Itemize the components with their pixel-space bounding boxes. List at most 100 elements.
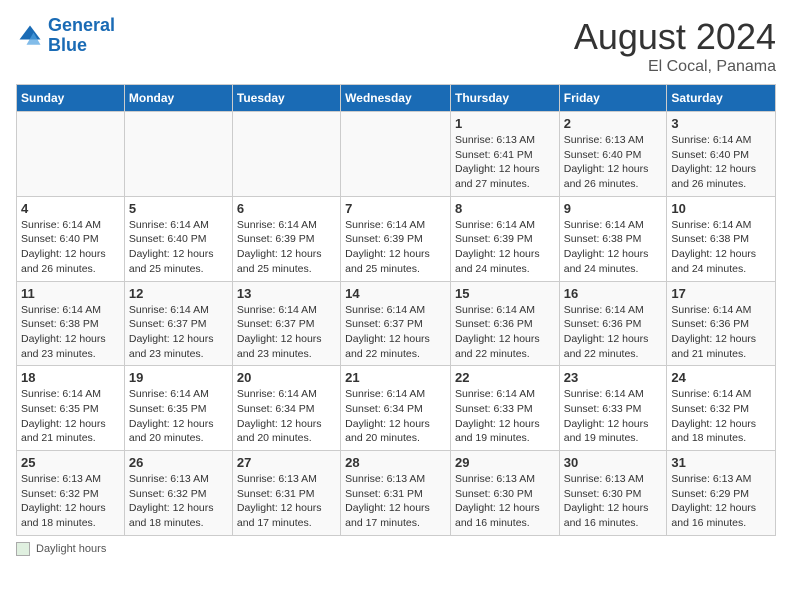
day-number: 31 [671, 455, 771, 470]
calendar-cell [341, 112, 451, 197]
week-row-4: 18Sunrise: 6:14 AM Sunset: 6:35 PM Dayli… [17, 366, 776, 451]
calendar-cell: 15 Sunrise: 6:14 AM Sunset: 6:36 PM Dayli… [450, 281, 559, 366]
calendar-cell: 6Sunrise: 6:14 AM Sunset: 6:39 PM Daylig… [232, 196, 340, 281]
calendar-cell: 12Sunrise: 6:14 AM Sunset: 6:37 PM Dayli… [124, 281, 232, 366]
footer: Daylight hours [16, 542, 776, 556]
logo-blue: Blue [48, 35, 87, 55]
month-year: August 2024 [574, 16, 776, 58]
day-info: Sunrise: 6:14 AM Sunset: 6:38 PM Dayligh… [671, 218, 771, 277]
calendar-table: SundayMondayTuesdayWednesdayThursdayFrid… [16, 84, 776, 536]
day-number: 27 [237, 455, 336, 470]
day-number: 29 [455, 455, 555, 470]
day-number: 17 [671, 286, 771, 301]
day-number: 20 [237, 370, 336, 385]
logo-general: General [48, 15, 115, 35]
day-number: 16 [564, 286, 663, 301]
day-info: Sunrise: 6:14 AM Sunset: 6:38 PM Dayligh… [21, 303, 120, 362]
calendar-cell: 10 Sunrise: 6:14 AM Sunset: 6:38 PM Dayli… [667, 196, 776, 281]
day-info: Sunrise: 6:13 AM Sunset: 6:31 PM Dayligh… [237, 472, 336, 531]
calendar-cell: 8 Sunrise: 6:14 AM Sunset: 6:39 PM Daylig… [450, 196, 559, 281]
header-row: SundayMondayTuesdayWednesdayThursdayFrid… [17, 85, 776, 112]
day-info: Sunrise: 6:14 AM Sunset: 6:39 PM Dayligh… [345, 218, 446, 277]
day-info: Sunrise: 6:14 AM Sunset: 6:37 PM Dayligh… [129, 303, 228, 362]
day-info: Sunrise: 6:13 AM Sunset: 6:41 PM Dayligh… [455, 133, 555, 192]
calendar-cell: 14Sunrise: 6:14 AM Sunset: 6:37 PM Dayli… [341, 281, 451, 366]
logo: General Blue [16, 16, 115, 56]
calendar-cell: 17Sunrise: 6:14 AM Sunset: 6:36 PM Dayli… [667, 281, 776, 366]
calendar-cell: 25Sunrise: 6:13 AM Sunset: 6:32 PM Dayli… [17, 451, 125, 536]
header: General Blue August 2024 El Cocal, Panam… [16, 16, 776, 76]
day-info: Sunrise: 6:14 AM Sunset: 6:37 PM Dayligh… [345, 303, 446, 362]
calendar-cell: 20 Sunrise: 6:14 AM Sunset: 6:34 PM Dayli… [232, 366, 340, 451]
day-number: 15 [455, 286, 555, 301]
day-info: Sunrise: 6:14 AM Sunset: 6:39 PM Dayligh… [455, 218, 555, 277]
week-row-2: 4Sunrise: 6:14 AM Sunset: 6:40 PM Daylig… [17, 196, 776, 281]
week-row-1: 1 Sunrise: 6:13 AM Sunset: 6:41 PM Daylig… [17, 112, 776, 197]
day-number: 28 [345, 455, 446, 470]
calendar-cell: 26 Sunrise: 6:13 AM Sunset: 6:32 PM Dayli… [124, 451, 232, 536]
day-info: Sunrise: 6:14 AM Sunset: 6:33 PM Dayligh… [564, 387, 663, 446]
day-number: 18 [21, 370, 120, 385]
daylight-legend-box [16, 542, 30, 556]
calendar-cell: 19Sunrise: 6:14 AM Sunset: 6:35 PM Dayli… [124, 366, 232, 451]
daylight-label: Daylight hours [36, 543, 106, 555]
calendar-cell: 2 Sunrise: 6:13 AM Sunset: 6:40 PM Daylig… [559, 112, 667, 197]
day-info: Sunrise: 6:14 AM Sunset: 6:34 PM Dayligh… [345, 387, 446, 446]
day-number: 8 [455, 201, 555, 216]
header-day-saturday: Saturday [667, 85, 776, 112]
day-info: Sunrise: 6:14 AM Sunset: 6:34 PM Dayligh… [237, 387, 336, 446]
header-day-wednesday: Wednesday [341, 85, 451, 112]
calendar-cell: 13 Sunrise: 6:14 AM Sunset: 6:37 PM Dayli… [232, 281, 340, 366]
day-info: Sunrise: 6:14 AM Sunset: 6:32 PM Dayligh… [671, 387, 771, 446]
day-number: 7 [345, 201, 446, 216]
day-info: Sunrise: 6:14 AM Sunset: 6:36 PM Dayligh… [455, 303, 555, 362]
location: El Cocal, Panama [574, 58, 776, 76]
calendar-cell: 16 Sunrise: 6:14 AM Sunset: 6:36 PM Dayli… [559, 281, 667, 366]
week-row-3: 11Sunrise: 6:14 AM Sunset: 6:38 PM Dayli… [17, 281, 776, 366]
calendar-cell: 27 Sunrise: 6:13 AM Sunset: 6:31 PM Dayli… [232, 451, 340, 536]
day-number: 5 [129, 201, 228, 216]
week-row-5: 25Sunrise: 6:13 AM Sunset: 6:32 PM Dayli… [17, 451, 776, 536]
day-number: 1 [455, 116, 555, 131]
calendar-cell: 31Sunrise: 6:13 AM Sunset: 6:29 PM Dayli… [667, 451, 776, 536]
day-info: Sunrise: 6:13 AM Sunset: 6:32 PM Dayligh… [21, 472, 120, 531]
calendar-cell: 21Sunrise: 6:14 AM Sunset: 6:34 PM Dayli… [341, 366, 451, 451]
logo-icon [16, 22, 44, 50]
calendar-cell: 23Sunrise: 6:14 AM Sunset: 6:33 PM Dayli… [559, 366, 667, 451]
day-number: 13 [237, 286, 336, 301]
calendar-cell [232, 112, 340, 197]
day-info: Sunrise: 6:14 AM Sunset: 6:40 PM Dayligh… [21, 218, 120, 277]
calendar-cell: 18Sunrise: 6:14 AM Sunset: 6:35 PM Dayli… [17, 366, 125, 451]
day-info: Sunrise: 6:14 AM Sunset: 6:38 PM Dayligh… [564, 218, 663, 277]
calendar-cell: 3 Sunrise: 6:14 AM Sunset: 6:40 PM Daylig… [667, 112, 776, 197]
day-number: 3 [671, 116, 771, 131]
day-info: Sunrise: 6:13 AM Sunset: 6:30 PM Dayligh… [455, 472, 555, 531]
calendar-cell: 28 Sunrise: 6:13 AM Sunset: 6:31 PM Dayli… [341, 451, 451, 536]
header-day-tuesday: Tuesday [232, 85, 340, 112]
day-info: Sunrise: 6:14 AM Sunset: 6:36 PM Dayligh… [564, 303, 663, 362]
calendar-cell [17, 112, 125, 197]
day-info: Sunrise: 6:13 AM Sunset: 6:30 PM Dayligh… [564, 472, 663, 531]
day-info: Sunrise: 6:13 AM Sunset: 6:40 PM Dayligh… [564, 133, 663, 192]
calendar-cell: 9Sunrise: 6:14 AM Sunset: 6:38 PM Daylig… [559, 196, 667, 281]
calendar-cell [124, 112, 232, 197]
day-number: 2 [564, 116, 663, 131]
day-info: Sunrise: 6:13 AM Sunset: 6:31 PM Dayligh… [345, 472, 446, 531]
calendar-header: SundayMondayTuesdayWednesdayThursdayFrid… [17, 85, 776, 112]
day-number: 10 [671, 201, 771, 216]
calendar-cell: 24 Sunrise: 6:14 AM Sunset: 6:32 PM Dayli… [667, 366, 776, 451]
day-info: Sunrise: 6:14 AM Sunset: 6:37 PM Dayligh… [237, 303, 336, 362]
calendar-cell: 30Sunrise: 6:13 AM Sunset: 6:30 PM Dayli… [559, 451, 667, 536]
day-number: 19 [129, 370, 228, 385]
calendar-cell: 11Sunrise: 6:14 AM Sunset: 6:38 PM Dayli… [17, 281, 125, 366]
title-block: August 2024 El Cocal, Panama [574, 16, 776, 76]
header-day-friday: Friday [559, 85, 667, 112]
day-info: Sunrise: 6:14 AM Sunset: 6:40 PM Dayligh… [671, 133, 771, 192]
day-info: Sunrise: 6:14 AM Sunset: 6:33 PM Dayligh… [455, 387, 555, 446]
day-number: 24 [671, 370, 771, 385]
day-number: 26 [129, 455, 228, 470]
day-number: 22 [455, 370, 555, 385]
calendar-cell: 7 Sunrise: 6:14 AM Sunset: 6:39 PM Daylig… [341, 196, 451, 281]
day-info: Sunrise: 6:13 AM Sunset: 6:32 PM Dayligh… [129, 472, 228, 531]
header-day-sunday: Sunday [17, 85, 125, 112]
